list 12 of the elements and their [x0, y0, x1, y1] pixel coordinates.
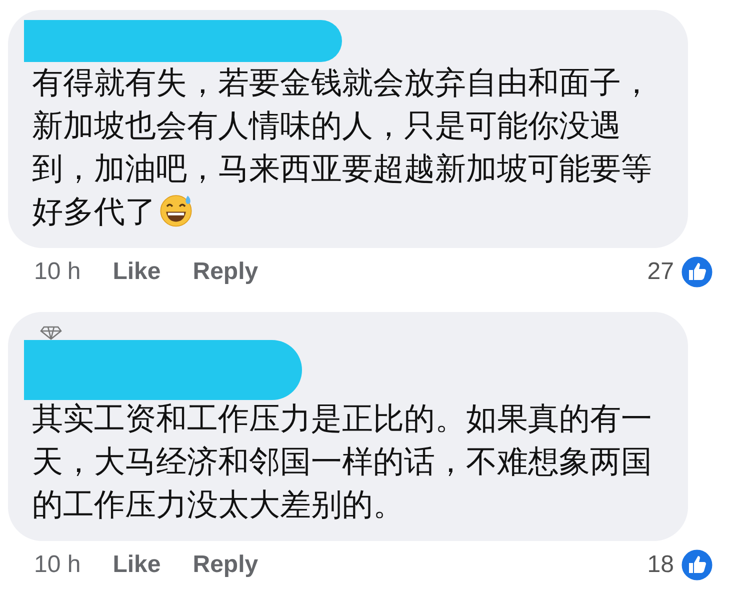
timestamp: 10 h: [34, 258, 81, 286]
like-icon: [680, 255, 714, 289]
reaction-count: 18: [647, 551, 674, 579]
like-link[interactable]: Like: [112, 258, 161, 286]
timestamp: 10 h: [34, 551, 81, 579]
like-icon: [680, 548, 714, 582]
reply-link[interactable]: Reply: [192, 551, 258, 579]
like-link[interactable]: Like: [112, 551, 161, 579]
comment-text: 有得就有失，若要金钱就会放弃自由和面子，新加坡也会有人情味的人，只是可能你没遇到，加油吧，马来西亚要超越新加坡可能要等好多代了: [32, 64, 653, 232]
reaction-count: 27: [647, 258, 674, 286]
comment-text: 其实工资和工作压力是正比的。如果真的有一天，大马经济和邻国一样的话，不难想象两国的工作压力没太大差别的。: [32, 400, 653, 525]
reply-link[interactable]: Reply: [192, 258, 258, 286]
